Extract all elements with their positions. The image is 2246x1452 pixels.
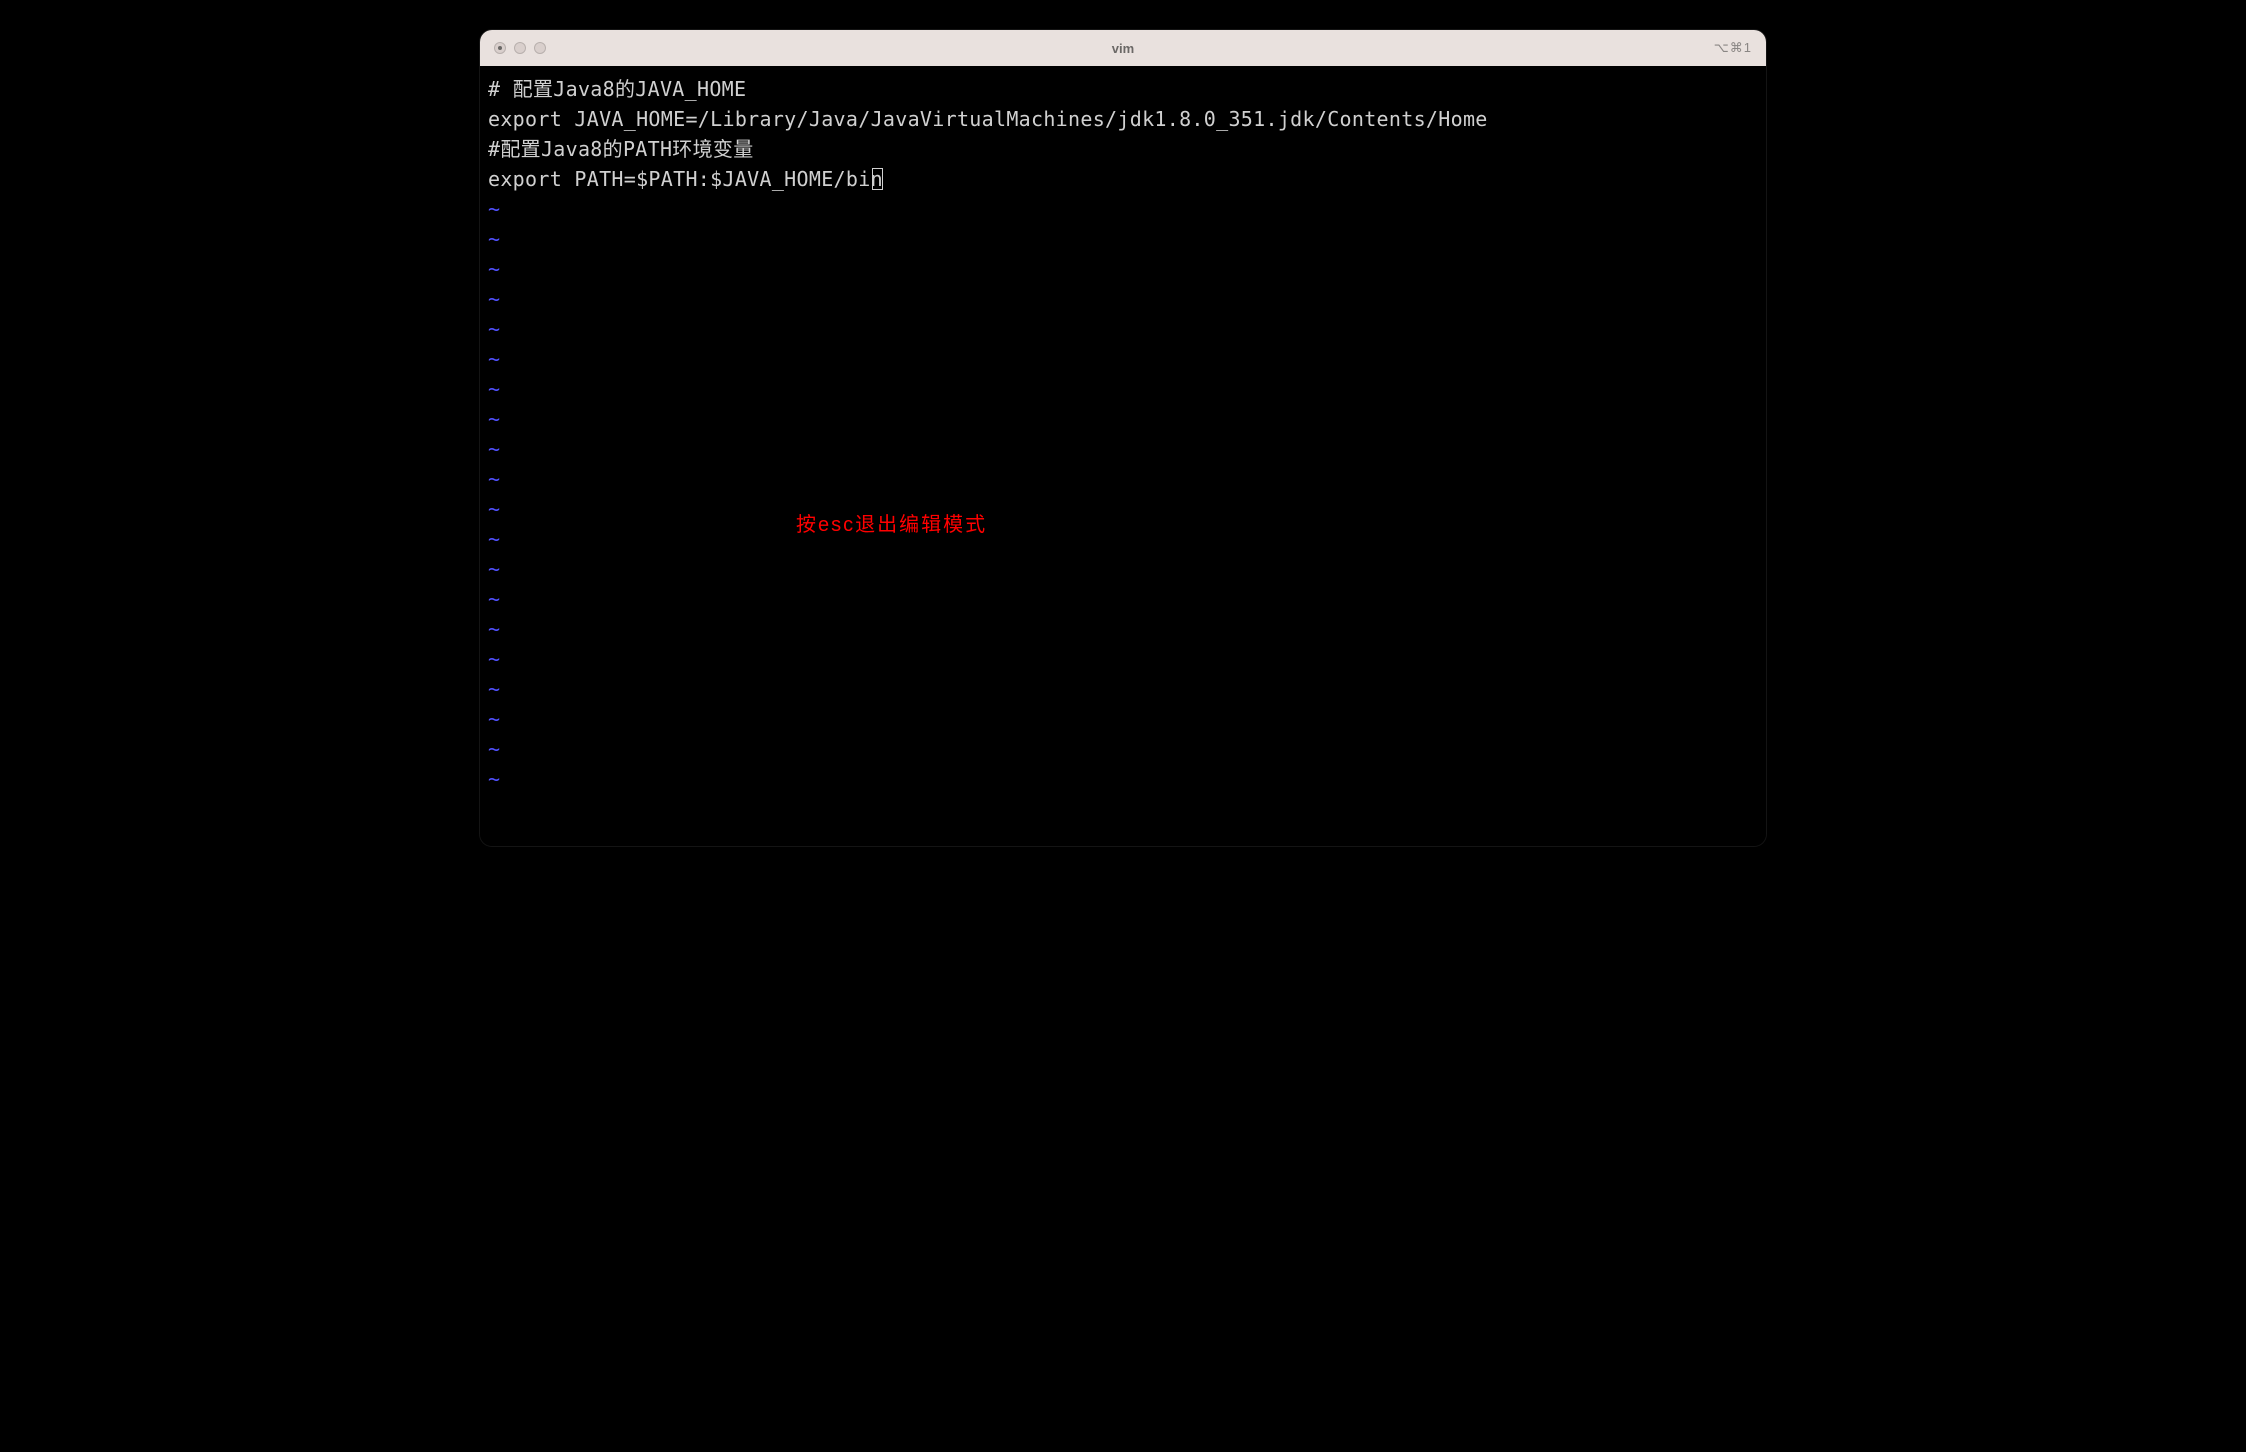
code-text: export PATH=$PATH:$JAVA_HOME/bin (488, 167, 883, 191)
annotation-overlay: 按esc退出编辑模式 (796, 508, 987, 537)
window-title: vim (1112, 41, 1134, 56)
titlebar[interactable]: vim ⌥⌘1 (480, 30, 1766, 66)
empty-line-marker: ~ (488, 554, 1758, 584)
empty-line-marker: ~ (488, 704, 1758, 734)
empty-line-marker: ~ (488, 764, 1758, 794)
empty-line-marker: ~ (488, 284, 1758, 314)
minimize-button[interactable] (514, 42, 526, 54)
close-button[interactable] (494, 42, 506, 54)
empty-line-marker: ~ (488, 734, 1758, 764)
empty-line-marker: ~ (488, 404, 1758, 434)
empty-line-marker: ~ (488, 464, 1758, 494)
empty-line-marker: ~ (488, 374, 1758, 404)
empty-line-marker: ~ (488, 254, 1758, 284)
empty-line-marker: ~ (488, 614, 1758, 644)
code-line: # 配置Java8的JAVA_HOME (488, 74, 1758, 104)
empty-line-marker: ~ (488, 524, 1758, 554)
code-line: export PATH=$PATH:$JAVA_HOME/bin (488, 164, 1758, 194)
window-shortcut: ⌥⌘1 (1714, 40, 1752, 56)
terminal-window: vim ⌥⌘1 # 配置Java8的JAVA_HOME export JAVA_… (480, 30, 1766, 846)
empty-line-marker: ~ (488, 434, 1758, 464)
empty-line-marker: ~ (488, 194, 1758, 224)
traffic-lights (494, 42, 546, 54)
empty-line-marker: ~ (488, 644, 1758, 674)
editor-area[interactable]: # 配置Java8的JAVA_HOME export JAVA_HOME=/Li… (480, 66, 1766, 846)
empty-line-marker: ~ (488, 314, 1758, 344)
empty-line-marker: ~ (488, 674, 1758, 704)
empty-line-marker: ~ (488, 494, 1758, 524)
empty-line-marker: ~ (488, 344, 1758, 374)
code-line: export JAVA_HOME=/Library/Java/JavaVirtu… (488, 104, 1758, 134)
empty-line-marker: ~ (488, 224, 1758, 254)
maximize-button[interactable] (534, 42, 546, 54)
code-line: #配置Java8的PATH环境变量 (488, 134, 1758, 164)
empty-line-marker: ~ (488, 584, 1758, 614)
